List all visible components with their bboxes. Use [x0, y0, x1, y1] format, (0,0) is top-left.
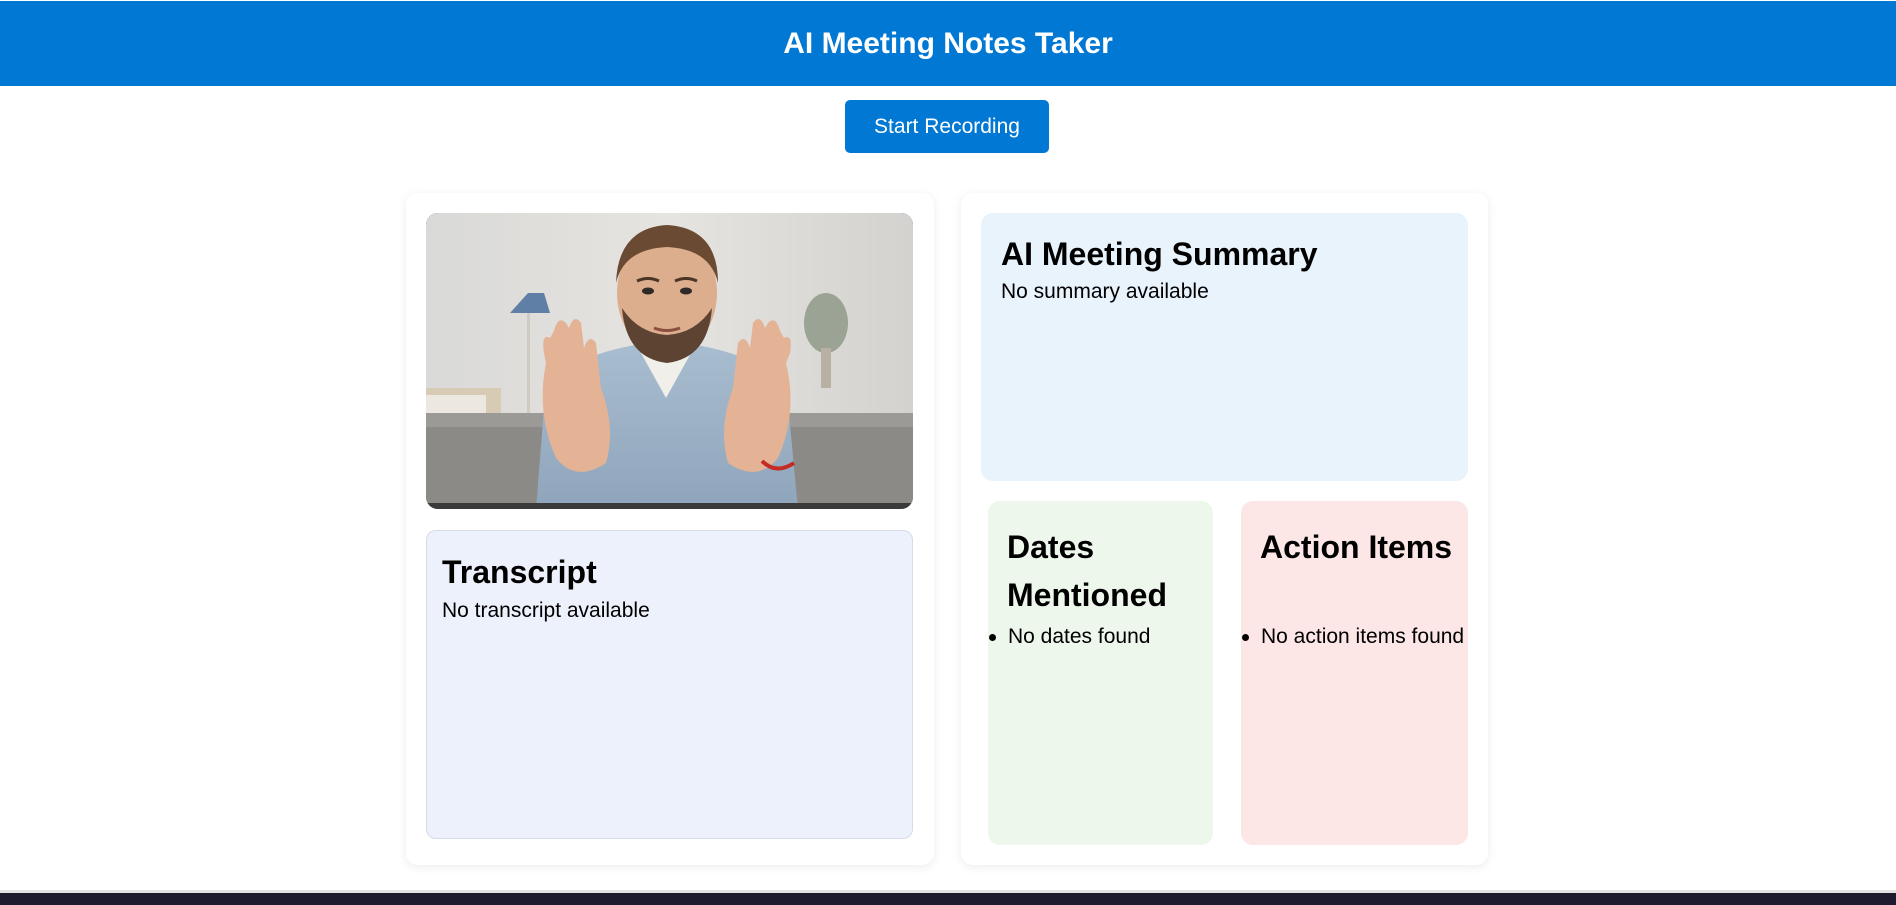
taskbar-strip — [0, 893, 1896, 905]
app-title: AI Meeting Notes Taker — [783, 26, 1113, 60]
summary-text: No summary available — [1001, 280, 1209, 303]
dates-panel: Dates Mentioned No dates found — [988, 501, 1213, 845]
action-item-text: No action items found — [1261, 625, 1465, 648]
action-items-panel: Action Items No action items found — [1241, 501, 1468, 845]
transcript-text: No transcript available — [442, 599, 650, 622]
list-item: No action items found — [1242, 621, 1471, 653]
dates-item-text: No dates found — [1008, 625, 1151, 648]
summary-panel: AI Meeting Summary No summary available — [981, 213, 1468, 481]
video-preview[interactable] — [426, 213, 913, 509]
dates-list: No dates found — [988, 621, 1218, 653]
media-card: Transcript No transcript available — [406, 193, 934, 865]
bullet-icon — [989, 634, 996, 641]
action-items-heading: Action Items — [1260, 529, 1453, 565]
transcript-panel: Transcript No transcript available — [426, 530, 913, 839]
action-items-list: No action items found — [1241, 621, 1471, 653]
app-root: AI Meeting Notes Taker Start Recording T… — [0, 0, 1896, 905]
app-header: AI Meeting Notes Taker — [0, 1, 1896, 86]
transcript-heading: Transcript — [442, 554, 597, 590]
start-recording-button[interactable]: Start Recording — [845, 100, 1049, 153]
summary-heading: AI Meeting Summary — [1001, 236, 1318, 272]
video-frame-image — [426, 213, 913, 509]
list-item: No dates found — [989, 621, 1218, 653]
dates-heading: Dates Mentioned — [1007, 529, 1167, 613]
insights-card: AI Meeting Summary No summary available … — [961, 193, 1488, 865]
bullet-icon — [1242, 634, 1249, 641]
